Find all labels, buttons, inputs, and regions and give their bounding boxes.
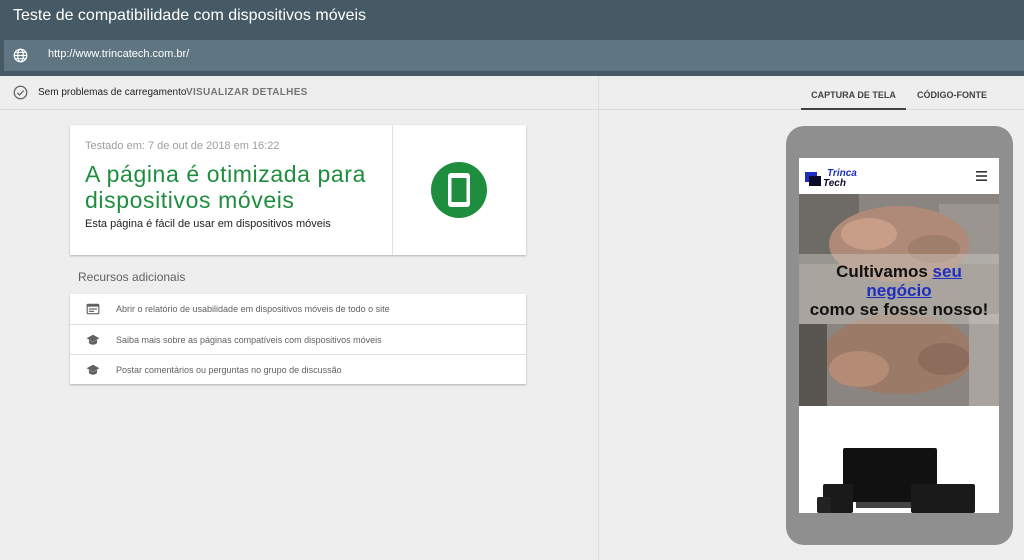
result-headline-line1: A página é otimizada para <box>85 161 366 187</box>
resource-item-usability-report[interactable]: Abrir o relatório de usabilidade em disp… <box>70 294 526 324</box>
school-cap-icon <box>86 364 100 375</box>
preview-tabs: CAPTURA DE TELA CÓDIGO-FONTE <box>599 76 1024 110</box>
app-title: Teste de compatibilidade com dispositivo… <box>13 7 367 24</box>
hero-line3: como se fosse nosso! <box>809 300 989 319</box>
hero-highlight-2[interactable]: negócio <box>866 281 931 300</box>
web-report-icon <box>86 303 100 315</box>
loading-status: Sem problemas de carregamento <box>38 87 187 98</box>
result-card: Testado em: 7 de out de 2018 em 16:22 A … <box>70 125 526 255</box>
devices-section <box>799 406 999 513</box>
resource-item-learn-more[interactable]: Saiba mais sobre as páginas compatíveis … <box>70 324 526 354</box>
hero-headline: Cultivamos seu negócio como se fosse nos… <box>799 262 999 319</box>
resource-item-discussion-group[interactable]: Postar comentários ou perguntas no grupo… <box>70 354 526 384</box>
url-bar[interactable]: http://www.trincatech.com.br/ <box>4 40 1024 71</box>
hero-line1: Cultivamos <box>836 262 928 281</box>
status-bar: Sem problemas de carregamento VISUALIZAR… <box>0 76 598 110</box>
site-header: Trinca Tech <box>799 158 999 194</box>
view-details-link[interactable]: VISUALIZAR DETALHES <box>186 87 308 98</box>
smartphone-icon <box>448 173 470 207</box>
card-divider <box>392 125 393 255</box>
mobile-friendly-badge <box>431 162 487 218</box>
devices-illustration <box>817 448 975 513</box>
school-cap-icon <box>86 334 100 345</box>
globe-icon <box>13 48 28 63</box>
hamburger-menu-icon[interactable] <box>976 171 987 181</box>
resource-label[interactable]: Abrir o relatório de usabilidade em disp… <box>116 304 390 314</box>
resources-title: Recursos adicionais <box>78 270 186 284</box>
hero-banner: Cultivamos seu negócio como se fosse nos… <box>799 194 999 406</box>
phone-mockup: Trinca Tech Cultivamos seu negócio como … <box>786 126 1013 545</box>
resource-label[interactable]: Saiba mais sobre as páginas compatíveis … <box>116 335 382 345</box>
tested-at: Testado em: 7 de out de 2018 em 16:22 <box>85 140 280 152</box>
tab-screenshot[interactable]: CAPTURA DE TELA <box>801 76 906 110</box>
trinca-tech-logo: Trinca Tech <box>805 168 857 188</box>
url-text[interactable]: http://www.trincatech.com.br/ <box>48 48 189 60</box>
results-pane: Sem problemas de carregamento VISUALIZAR… <box>0 76 598 560</box>
tab-source-code[interactable]: CÓDIGO-FONTE <box>906 76 998 110</box>
page-screenshot[interactable]: Trinca Tech Cultivamos seu negócio como … <box>799 158 999 513</box>
resources-list: Abrir o relatório de usabilidade em disp… <box>70 294 526 384</box>
resource-label[interactable]: Postar comentários ou perguntas no grupo… <box>116 365 342 375</box>
hero-highlight-1[interactable]: seu <box>933 262 962 281</box>
check-circle-icon <box>13 85 28 100</box>
result-headline-line2: dispositivos móveis <box>85 187 295 213</box>
result-subtext: Esta página é fácil de usar em dispositi… <box>85 218 331 230</box>
preview-pane: CAPTURA DE TELA CÓDIGO-FONTE Trinca Tech <box>598 76 1024 560</box>
logo-line2: Tech <box>823 178 846 188</box>
result-headline: A página é otimizada para dispositivos m… <box>85 161 385 213</box>
app-header: Teste de compatibilidade com dispositivo… <box>0 0 1024 76</box>
